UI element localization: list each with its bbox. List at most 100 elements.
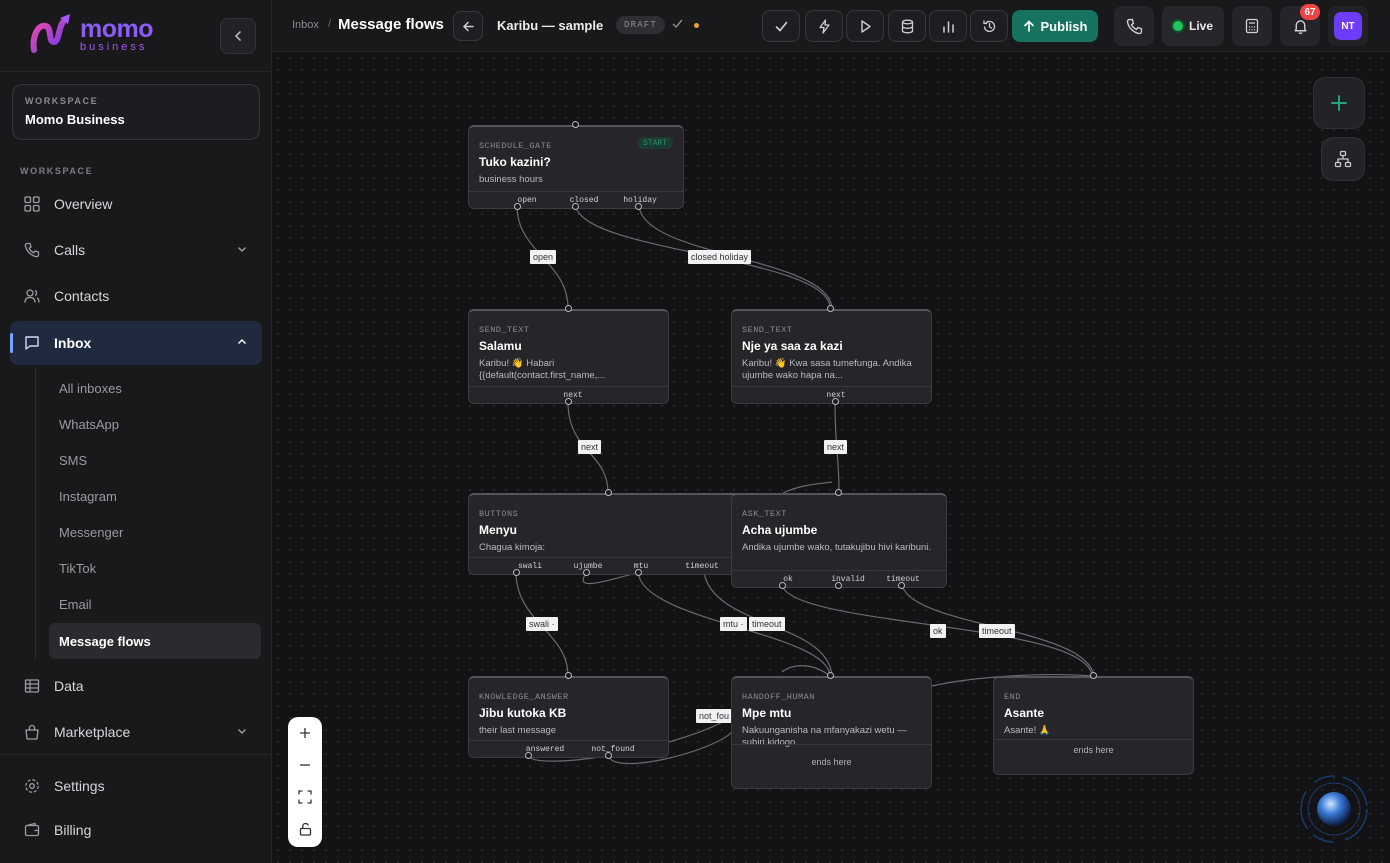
users-icon	[22, 286, 42, 306]
input-handle[interactable]	[827, 672, 834, 679]
call-button[interactable]	[1114, 6, 1154, 46]
edge-label-next-nje[interactable]: next	[824, 440, 848, 454]
node-asante[interactable]: END Asante Asante! 🙏 ends here	[993, 676, 1194, 775]
ends-here-label: ends here	[1073, 745, 1114, 755]
node-type: SEND_TEXT	[479, 325, 530, 335]
unlock-icon	[299, 822, 311, 836]
edge-label-next-salamu[interactable]: next	[578, 440, 602, 454]
port-timeout[interactable]: timeout	[685, 562, 719, 571]
fit-view-icon	[298, 790, 312, 804]
input-handle[interactable]	[572, 121, 579, 128]
port-answered[interactable]: answered	[526, 745, 564, 754]
history-button[interactable]	[970, 10, 1008, 42]
output-handle[interactable]	[513, 569, 520, 576]
variables-button[interactable]	[888, 10, 926, 42]
validate-button[interactable]	[762, 10, 800, 42]
output-handle[interactable]	[514, 203, 521, 210]
node-salamu[interactable]: SEND_TEXT Salamu Karibu! 👋 Habari {{defa…	[468, 309, 669, 404]
edge-label-swali[interactable]: swali ·	[526, 617, 558, 631]
assistant-orb-button[interactable]	[1299, 774, 1369, 844]
subnav-instagram[interactable]: Instagram	[49, 478, 261, 514]
chevron-up-icon	[236, 335, 248, 351]
nav-item-contacts[interactable]: Contacts	[10, 274, 262, 318]
subnav-email[interactable]: Email	[49, 586, 261, 622]
analytics-button[interactable]	[929, 10, 967, 42]
node-menyu[interactable]: BUTTONS Menyu Chagua kimoja: swali ujumb…	[468, 493, 742, 575]
fit-view-button[interactable]	[288, 781, 322, 813]
plus-icon	[1331, 95, 1347, 111]
output-handle[interactable]	[635, 569, 642, 576]
edge-label-ok[interactable]: ok	[930, 624, 946, 638]
nav-item-inbox[interactable]: Inbox	[10, 321, 262, 365]
nav-item-billing[interactable]: Billing	[10, 808, 262, 852]
node-title: Menyu	[479, 523, 518, 537]
nav-item-calls[interactable]: Calls	[10, 228, 262, 272]
subnav-whatsapp[interactable]: WhatsApp	[49, 406, 261, 442]
output-handle[interactable]	[835, 582, 842, 589]
collapse-sidebar-button[interactable]	[220, 18, 256, 54]
flow-canvas[interactable]: open closed holiday next next swali · mt…	[272, 52, 1390, 863]
input-handle[interactable]	[565, 672, 572, 679]
input-handle[interactable]	[1090, 672, 1097, 679]
edge-label-timeout-menyu[interactable]: timeout	[749, 617, 785, 631]
publish-button[interactable]: Publish	[1012, 10, 1098, 42]
output-handle[interactable]	[565, 398, 572, 405]
output-handle[interactable]	[635, 203, 642, 210]
calculator-button[interactable]	[1232, 6, 1272, 46]
edge-label-not-found[interactable]: not_fou	[696, 709, 732, 723]
edge-label-open[interactable]: open	[530, 250, 557, 264]
add-node-button[interactable]	[1313, 77, 1365, 129]
output-handle[interactable]	[779, 582, 786, 589]
input-handle[interactable]	[835, 489, 842, 496]
output-handle[interactable]	[898, 582, 905, 589]
port-not-found[interactable]: not_found	[591, 745, 634, 754]
input-handle[interactable]	[605, 489, 612, 496]
edge-label-mtu[interactable]: mtu ·	[720, 617, 747, 631]
nav-item-settings[interactable]: Settings	[10, 764, 262, 808]
input-handle[interactable]	[827, 305, 834, 312]
node-mpe-mtu[interactable]: HANDOFF_HUMAN Mpe mtu Nakuunganisha na m…	[731, 676, 932, 789]
flow-name[interactable]: Karibu — sample	[497, 18, 603, 33]
edge-label-timeout-ask[interactable]: timeout	[979, 624, 1015, 638]
workspace-switcher[interactable]: WORKSPACE Momo Business	[12, 84, 260, 140]
node-title: Salamu	[479, 339, 522, 353]
subnav-sms[interactable]: SMS	[49, 442, 261, 478]
back-button[interactable]	[453, 11, 483, 41]
grid-icon	[22, 194, 42, 214]
node-jibu-kutoka-kb[interactable]: KNOWLEDGE_ANSWER Jibu kutoka KB their la…	[468, 676, 669, 758]
node-body: Karibu! 👋 Habari {{default(contact.first…	[479, 358, 606, 381]
output-handle[interactable]	[605, 752, 612, 759]
nav-label-calls: Calls	[54, 242, 86, 258]
auto-layout-button[interactable]	[1321, 137, 1365, 181]
output-handle[interactable]	[583, 569, 590, 576]
history-icon	[982, 19, 995, 32]
nav-item-data[interactable]: Data	[10, 664, 262, 708]
subnav-tiktok[interactable]: TikTok	[49, 550, 261, 586]
active-indicator	[10, 333, 13, 353]
subnav-all-inboxes[interactable]: All inboxes	[49, 370, 261, 406]
output-handle[interactable]	[525, 752, 532, 759]
port-swali[interactable]: swali	[518, 562, 542, 571]
lock-button[interactable]	[288, 813, 322, 845]
output-handle[interactable]	[832, 398, 839, 405]
breadcrumb-inbox[interactable]: Inbox	[292, 19, 319, 31]
node-acha-ujumbe[interactable]: ASK_TEXT Acha ujumbe Andika ujumbe wako,…	[731, 493, 947, 588]
zoom-out-button[interactable]	[288, 749, 322, 781]
subnav-message-flows[interactable]: Message flows	[49, 623, 261, 659]
output-handle[interactable]	[572, 203, 579, 210]
node-nje-ya-saa[interactable]: SEND_TEXT Nje ya saa za kazi Karibu! 👋 K…	[731, 309, 932, 404]
avatar[interactable]: NT	[1334, 12, 1362, 40]
run-test-button[interactable]	[846, 10, 884, 42]
node-schedule-gate[interactable]: SCHEDULE_GATE START Tuko kazini? busines…	[468, 125, 684, 209]
edge-label-closed-holiday[interactable]: closed holiday	[688, 250, 752, 264]
nav-item-overview[interactable]: Overview	[10, 182, 262, 226]
zoom-in-button[interactable]	[288, 717, 322, 749]
node-title: Nje ya saa za kazi	[742, 339, 843, 353]
brand-logo[interactable]: momo business	[30, 12, 160, 56]
trigger-button[interactable]	[805, 10, 843, 42]
node-title: Asante	[1004, 706, 1045, 720]
input-handle[interactable]	[565, 305, 572, 312]
nav-item-marketplace[interactable]: Marketplace	[10, 710, 262, 754]
subnav-messenger[interactable]: Messenger	[49, 514, 261, 550]
live-status-toggle[interactable]: Live	[1162, 6, 1224, 46]
